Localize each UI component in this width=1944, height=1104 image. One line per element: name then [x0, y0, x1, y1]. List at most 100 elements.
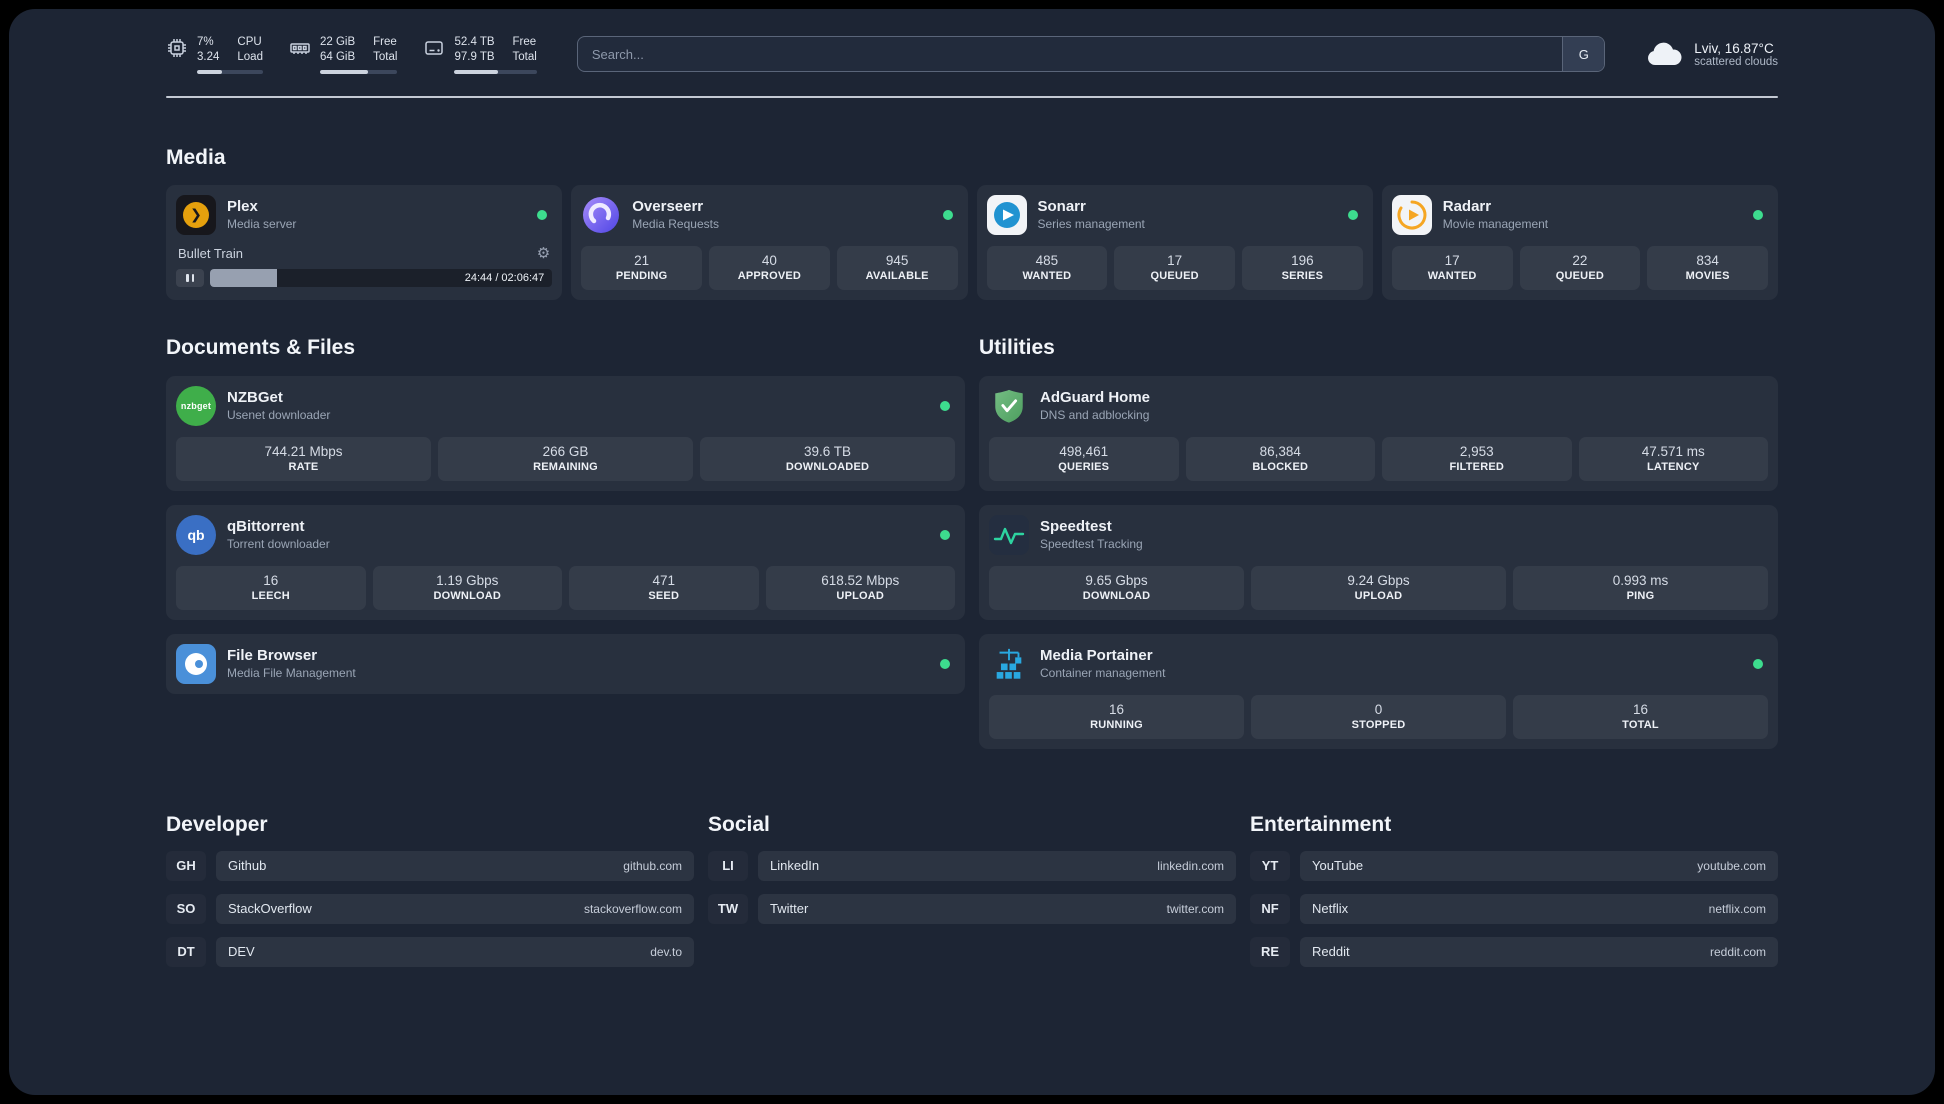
stat-queued: 22 QUEUED — [1519, 245, 1641, 290]
radarr-icon — [1391, 194, 1432, 235]
service-name[interactable]: Overseerr — [632, 198, 719, 217]
playback-progress-bar[interactable]: 24:44 / 02:06:47 — [210, 268, 553, 287]
playback-time: 24:44 / 02:06:47 — [464, 271, 545, 284]
bookmark-github: GH Github github.com — [166, 850, 694, 881]
status-dot — [940, 529, 950, 540]
stat-rate: 744.21 Mbps RATE — [176, 436, 431, 481]
service-card-speedtest[interactable]: Speedtest Speedtest Tracking 9.65 Gbps DO… — [979, 504, 1778, 620]
bookmarks-area: Developer GH Github github.com SO StackO… — [166, 813, 1778, 1050]
service-card-nzbget[interactable]: nzbget NZBGet Usenet downloader 744.21 M… — [166, 375, 965, 491]
service-subtitle: Media File Management — [227, 665, 356, 680]
section-title-documents: Documents & Files — [166, 335, 356, 359]
stat-download: 9.65 Gbps DOWNLOAD — [989, 565, 1244, 610]
overseerr-icon — [581, 195, 621, 235]
search-input[interactable] — [577, 37, 1563, 72]
disk-icon — [425, 41, 444, 55]
utilities-group: Utilities AdGuard Home DNS and adblockin… — [979, 336, 1778, 749]
service-card-adguard[interactable]: AdGuard Home DNS and adblocking 498,461 Q… — [979, 375, 1778, 491]
cloud-icon — [1648, 43, 1682, 66]
status-dot — [537, 209, 548, 220]
stat-available: 945 AVAILABLE — [836, 245, 958, 290]
service-card-portainer[interactable]: Media Portainer Container management 16 R… — [979, 633, 1778, 749]
stat-latency: 47.571 ms LATENCY — [1578, 436, 1768, 481]
service-name[interactable]: Radarr — [1443, 198, 1548, 217]
documents-group: Documents & Files nzbget NZBGet Usenet d… — [166, 336, 965, 694]
service-name[interactable]: AdGuard Home — [1040, 389, 1150, 408]
filebrowser-icon — [176, 643, 216, 684]
gear-icon[interactable]: ⚙ — [537, 246, 550, 261]
stat-remaining: 266 GB REMAINING — [438, 436, 693, 481]
cpu-icon — [168, 39, 186, 57]
bookmark-group-entertainment: Entertainment YT YouTube youtube.com NF … — [1250, 813, 1778, 980]
memory-values: 22 GiB 64 GiB — [319, 36, 356, 63]
bookmark-abbr: GH — [166, 851, 206, 881]
disk-progress-bar — [454, 69, 537, 74]
stat-seed: 471 SEED — [569, 565, 759, 610]
disk-values: 52.4 TB 97.9 TB — [454, 36, 495, 63]
section-title-social: Social — [708, 812, 770, 836]
bookmark-abbr: NF — [1250, 894, 1290, 924]
weather-widget: Lviv, 16.87°C scattered clouds — [1645, 40, 1778, 68]
status-dot — [940, 658, 950, 669]
bookmark-link[interactable]: DEV dev.to — [216, 936, 694, 967]
speedtest-icon — [989, 514, 1029, 555]
bookmark-link[interactable]: LinkedIn linkedin.com — [758, 850, 1236, 881]
service-card-radarr[interactable]: Radarr Movie management 17 WANTED 22 QUEUE… — [1381, 184, 1778, 300]
stat-pending: 21 PENDING — [581, 245, 702, 290]
bookmark-link[interactable]: YouTube youtube.com — [1300, 850, 1778, 881]
section-title-developer: Developer — [166, 812, 268, 836]
stat-series: 196 SERIES — [1242, 245, 1363, 290]
stat-upload: 9.24 Gbps UPLOAD — [1251, 565, 1506, 610]
service-card-filebrowser[interactable]: File Browser Media File Management — [166, 633, 965, 694]
service-card-plex[interactable]: ❯ Plex Media server Bullet Train ⚙ 24:44… — [166, 184, 563, 300]
bookmark-youtube: YT YouTube youtube.com — [1250, 850, 1778, 881]
memory-resource-widget: 22 GiB 64 GiB Free Total — [289, 35, 398, 74]
plex-icon: ❯ — [176, 194, 216, 235]
stat-downloaded: 39.6 TB DOWNLOADED — [700, 436, 955, 481]
stat-wanted: 17 WANTED — [1391, 245, 1513, 290]
service-name[interactable]: Speedtest — [1040, 518, 1143, 537]
search-bar: G — [576, 36, 1606, 73]
section-title-media: Media — [166, 145, 226, 169]
memory-icon — [290, 43, 310, 54]
service-subtitle: Container management — [1040, 665, 1166, 680]
stat-upload: 618.52 Mbps UPLOAD — [765, 565, 955, 610]
stat-leech: 16 LEECH — [176, 565, 366, 610]
stat-total: 16 TOTAL — [1513, 694, 1768, 739]
memory-labels: Free Total — [373, 36, 398, 63]
memory-progress-bar — [319, 69, 398, 74]
bookmark-netflix: NF Netflix netflix.com — [1250, 893, 1778, 924]
service-subtitle: Media server — [227, 216, 297, 231]
stat-queries: 498,461 QUERIES — [989, 436, 1179, 481]
stat-approved: 40 APPROVED — [709, 245, 830, 290]
bookmark-link[interactable]: Twitter twitter.com — [758, 893, 1236, 924]
stat-running: 16 RUNNING — [989, 694, 1244, 739]
bookmark-link[interactable]: Netflix netflix.com — [1300, 893, 1778, 924]
bookmark-group-developer: Developer GH Github github.com SO StackO… — [166, 813, 694, 980]
bookmark-link[interactable]: Reddit reddit.com — [1300, 936, 1778, 967]
bookmark-abbr: TW — [708, 894, 748, 924]
service-name[interactable]: NZBGet — [227, 389, 330, 408]
service-name[interactable]: Media Portainer — [1040, 647, 1165, 666]
weather-location: Lviv, 16.87°C — [1694, 40, 1774, 56]
service-card-qbittorrent[interactable]: qb qBittorrent Torrent downloader 16 LEEC… — [166, 504, 965, 620]
service-card-sonarr[interactable]: Sonarr Series management 485 WANTED 17 QUE… — [976, 184, 1373, 300]
search-provider-button[interactable]: G — [1562, 37, 1605, 72]
bookmark-link[interactable]: Github github.com — [216, 850, 694, 881]
service-name[interactable]: File Browser — [227, 647, 356, 666]
service-name[interactable]: Sonarr — [1038, 198, 1145, 217]
media-group: ❯ Plex Media server Bullet Train ⚙ 24:44… — [166, 184, 1778, 300]
nzbget-icon: nzbget — [176, 385, 216, 426]
cpu-labels: CPU Load — [237, 36, 263, 63]
sonarr-icon — [986, 194, 1027, 235]
bookmark-link[interactable]: StackOverflow stackoverflow.com — [216, 893, 694, 924]
service-name[interactable]: Plex — [227, 198, 296, 217]
service-subtitle: Series management — [1037, 216, 1145, 231]
disk-labels: Free Total — [512, 36, 537, 63]
pause-button[interactable] — [176, 268, 204, 287]
bookmark-dev: DT DEV dev.to — [166, 936, 694, 967]
bookmark-abbr: SO — [166, 894, 206, 924]
stat-queued: 17 QUEUED — [1114, 245, 1235, 290]
service-card-overseerr[interactable]: Overseerr Media Requests 21 PENDING 40 APP… — [571, 184, 968, 300]
service-name[interactable]: qBittorrent — [227, 518, 330, 537]
